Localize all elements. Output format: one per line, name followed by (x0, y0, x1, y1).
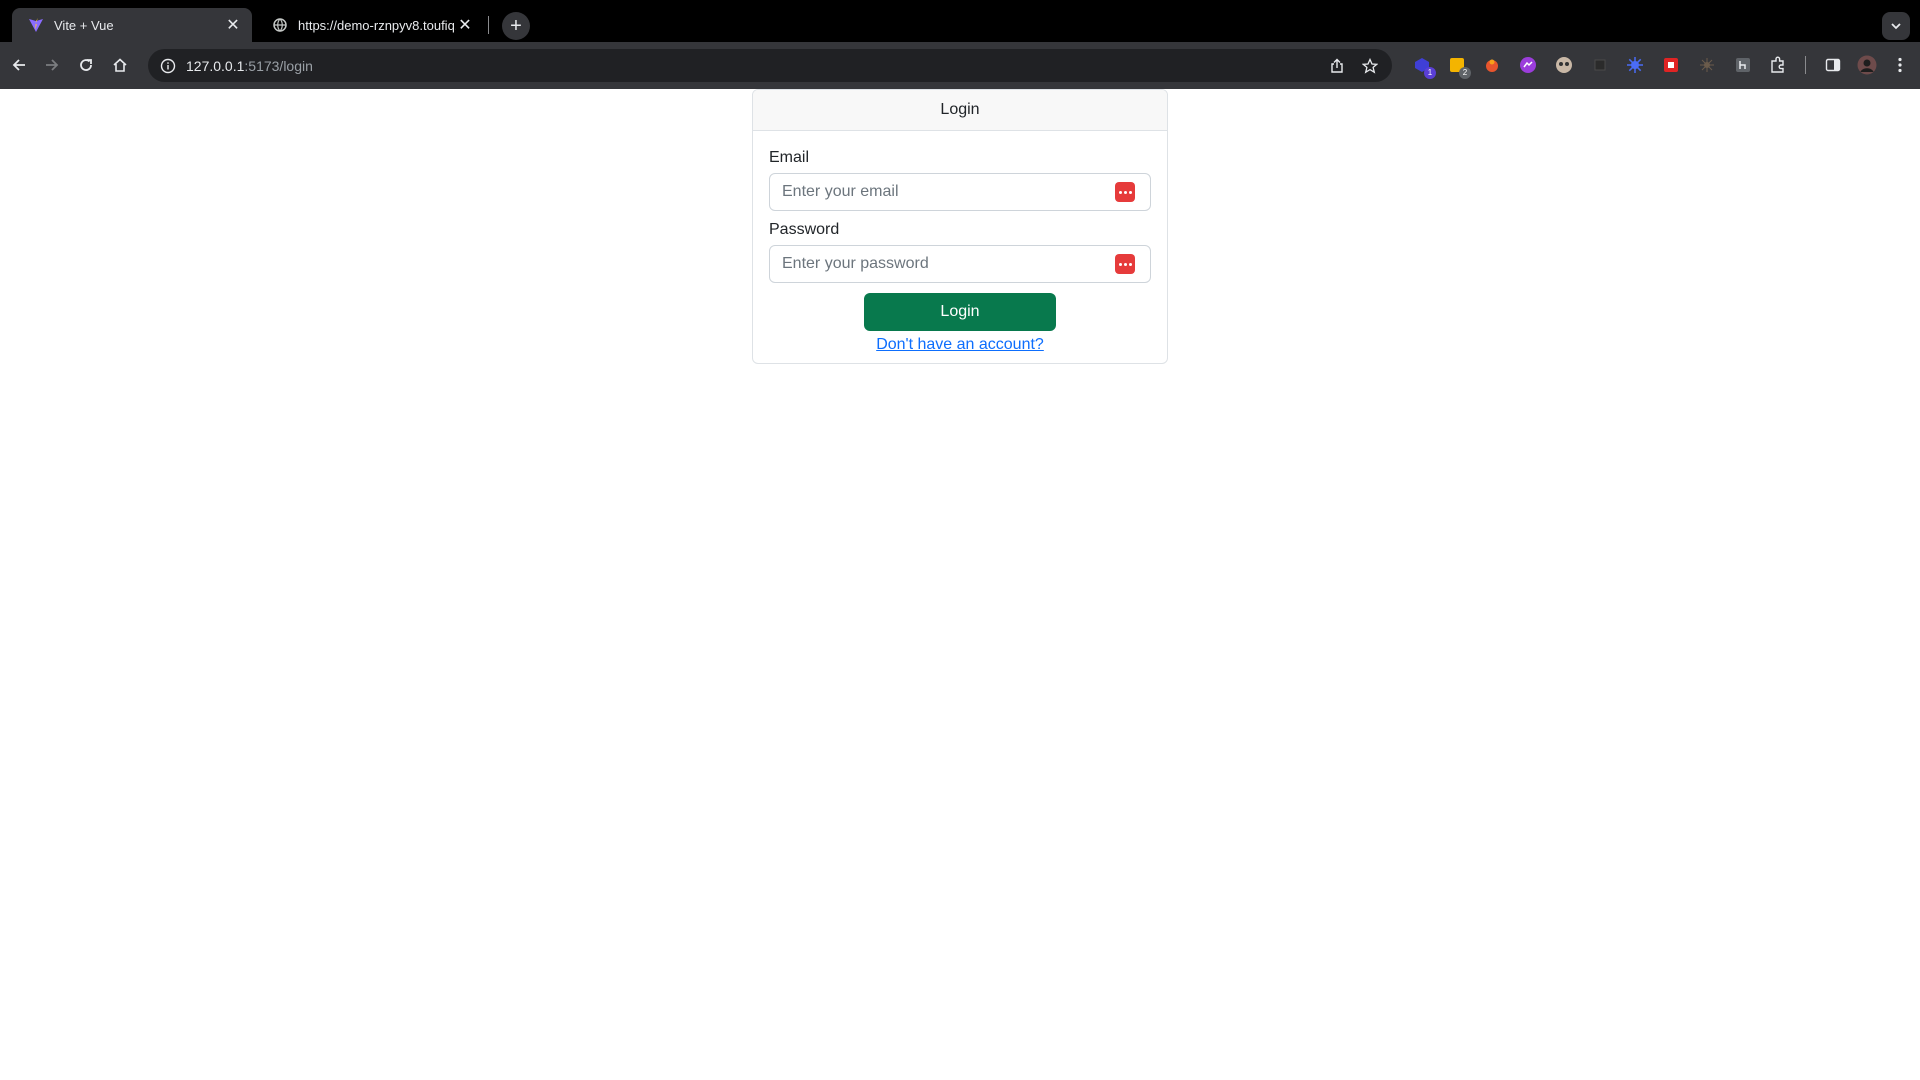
close-icon[interactable]: ✕ (456, 16, 474, 34)
extension-icon[interactable] (1554, 55, 1574, 75)
tab-demo[interactable]: https://demo-rznpyv8.toufiq.l ✕ (256, 8, 484, 42)
extension-icon[interactable] (1625, 55, 1645, 75)
share-icon[interactable] (1326, 55, 1348, 77)
extension-icon[interactable] (1733, 55, 1753, 75)
extension-badge: 2 (1459, 67, 1471, 79)
login-card: Login Email Password Login Don't have an… (752, 89, 1168, 364)
forward-arrow-icon (46, 59, 59, 71)
avatar[interactable] (1857, 55, 1877, 75)
close-icon[interactable]: ✕ (224, 16, 242, 34)
back-arrow-icon (12, 59, 25, 71)
password-manager-icon[interactable] (1115, 254, 1135, 274)
side-panel-icon[interactable] (1823, 55, 1843, 75)
back-button[interactable] (5, 51, 33, 79)
login-card-header: Login (753, 90, 1167, 131)
password-input-group (769, 245, 1151, 283)
site-info-icon[interactable] (158, 56, 178, 76)
vite-icon (28, 17, 44, 33)
url-path: :5173/login (244, 57, 313, 74)
extension-icon[interactable]: 2 (1447, 55, 1471, 79)
email-label: Email (769, 149, 810, 166)
password-field[interactable] (769, 245, 1151, 283)
login-button[interactable]: Login (864, 293, 1056, 331)
home-icon (113, 58, 127, 72)
home-button[interactable] (106, 51, 134, 79)
tab-divider (488, 16, 489, 34)
tab-title: Vite + Vue (54, 17, 114, 33)
address-url: 127.0.0.1:5173/login (186, 58, 313, 74)
browser-toolbar: 127.0.0.1:5173/login 1 2 (0, 42, 1920, 89)
email-input-group (769, 173, 1151, 211)
puzzle-icon[interactable] (1768, 55, 1788, 75)
url-host: 127.0.0.1 (186, 57, 245, 74)
extension-icon[interactable] (1661, 55, 1681, 75)
forward-button[interactable] (38, 51, 66, 79)
email-field[interactable] (769, 173, 1151, 211)
chevron-down-icon (1891, 23, 1901, 30)
new-tab-button[interactable]: + (502, 12, 530, 40)
extension-icon[interactable] (1697, 55, 1717, 75)
more-menu-icon[interactable] (1890, 55, 1910, 75)
tab-title: https://demo-rznpyv8.toufiq.l (298, 17, 456, 33)
extension-badge: 1 (1424, 67, 1436, 79)
browser-tab-bar: Vite + Vue ✕ https://demo-rznpyv8.toufiq… (0, 0, 1920, 42)
tab-search-button[interactable] (1882, 12, 1910, 40)
password-label: Password (769, 221, 840, 238)
extension-icon[interactable]: 1 (1412, 55, 1436, 79)
extension-icon[interactable] (1482, 55, 1502, 75)
address-bar[interactable]: 127.0.0.1:5173/login (148, 49, 1392, 82)
tab-vite-vue[interactable]: Vite + Vue ✕ (12, 8, 252, 42)
bookmark-star-icon[interactable] (1359, 55, 1381, 77)
login-form: Email Password Login Don't have an accou… (753, 131, 1167, 354)
globe-icon (272, 17, 288, 33)
extension-icon[interactable] (1590, 55, 1610, 75)
reload-icon (80, 59, 92, 71)
signup-link[interactable]: Don't have an account? (769, 336, 1151, 354)
reload-button[interactable] (72, 51, 100, 79)
extension-icon[interactable] (1518, 55, 1538, 75)
toolbar-divider (1805, 56, 1806, 74)
password-manager-icon[interactable] (1115, 182, 1135, 202)
